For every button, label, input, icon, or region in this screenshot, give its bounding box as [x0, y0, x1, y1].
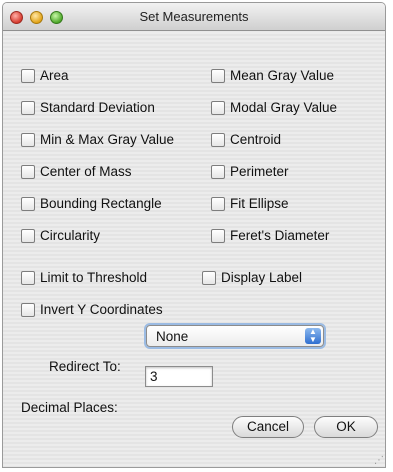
checkbox-label: Area	[40, 68, 69, 83]
checkbox-label: Min & Max Gray Value	[40, 132, 175, 147]
redirect-to-select[interactable]: None ▲ ▼	[146, 325, 324, 347]
bounding-rectangle-checkbox[interactable]: Bounding Rectangle	[21, 196, 189, 211]
checkbox-box[interactable]	[21, 302, 35, 317]
dialog-content: Area Standard Deviation Min & Max Gray V…	[3, 32, 385, 467]
checkbox-label: Mean Gray Value	[230, 68, 335, 83]
redirect-to-label: Redirect To:	[49, 359, 121, 374]
checkbox-label: Fit Ellipse	[230, 196, 289, 211]
checkbox-box[interactable]	[211, 100, 225, 115]
checkbox-label: Bounding Rectangle	[40, 196, 162, 211]
circularity-checkbox[interactable]: Circularity	[21, 228, 189, 243]
checkbox-box[interactable]	[211, 164, 225, 179]
checkbox-label: Perimeter	[230, 164, 289, 179]
checkbox-box[interactable]	[21, 228, 35, 243]
ok-button[interactable]: OK	[314, 416, 378, 438]
checkbox-box[interactable]	[21, 164, 35, 179]
resize-grip-icon[interactable]: ⋰	[373, 455, 384, 466]
min-max-gray-checkbox[interactable]: Min & Max Gray Value	[21, 132, 189, 147]
decimal-places-label: Decimal Places:	[21, 400, 118, 415]
checkbox-box[interactable]	[21, 100, 35, 115]
decimal-places-input[interactable]: 3	[145, 366, 213, 387]
updown-arrow-icon: ▲ ▼	[305, 328, 321, 344]
checkbox-box[interactable]	[21, 132, 35, 147]
cancel-button[interactable]: Cancel	[232, 416, 304, 438]
checkbox-box[interactable]	[21, 68, 35, 83]
title-bar: Set Measurements	[3, 3, 385, 31]
checkbox-box[interactable]	[21, 270, 35, 285]
checkbox-label: Modal Gray Value	[230, 100, 338, 115]
display-label-checkbox[interactable]: Display Label	[202, 270, 352, 285]
checkbox-box[interactable]	[202, 270, 216, 285]
limit-to-threshold-checkbox[interactable]: Limit to Threshold	[21, 270, 191, 285]
mean-gray-value-checkbox[interactable]: Mean Gray Value	[211, 68, 381, 83]
checkbox-label: Center of Mass	[40, 164, 132, 179]
window-title: Set Measurements	[139, 9, 249, 24]
checkbox-box[interactable]	[21, 196, 35, 211]
checkbox-label: Standard Deviation	[40, 100, 155, 115]
center-of-mass-checkbox[interactable]: Center of Mass	[21, 164, 189, 179]
checkbox-label: Feret's Diameter	[230, 228, 330, 243]
checkbox-label: Circularity	[40, 228, 101, 243]
checkbox-box[interactable]	[211, 196, 225, 211]
checkbox-box[interactable]	[211, 68, 225, 83]
checkbox-label: Invert Y Coordinates	[40, 302, 163, 317]
centroid-checkbox[interactable]: Centroid	[211, 132, 381, 147]
ferets-diameter-checkbox[interactable]: Feret's Diameter	[211, 228, 381, 243]
fit-ellipse-checkbox[interactable]: Fit Ellipse	[211, 196, 381, 211]
area-checkbox[interactable]: Area	[21, 68, 189, 83]
checkbox-box[interactable]	[211, 132, 225, 147]
perimeter-checkbox[interactable]: Perimeter	[211, 164, 381, 179]
redirect-to-value: None	[156, 329, 189, 344]
standard-deviation-checkbox[interactable]: Standard Deviation	[21, 100, 189, 115]
modal-gray-value-checkbox[interactable]: Modal Gray Value	[211, 100, 381, 115]
checkbox-label: Centroid	[230, 132, 282, 147]
checkbox-box[interactable]	[211, 228, 225, 243]
checkbox-label: Limit to Threshold	[40, 270, 148, 285]
set-measurements-dialog: Set Measurements Area Standard Deviation…	[2, 2, 386, 468]
checkbox-label: Display Label	[221, 270, 303, 285]
invert-y-coordinates-checkbox[interactable]: Invert Y Coordinates	[21, 302, 176, 317]
